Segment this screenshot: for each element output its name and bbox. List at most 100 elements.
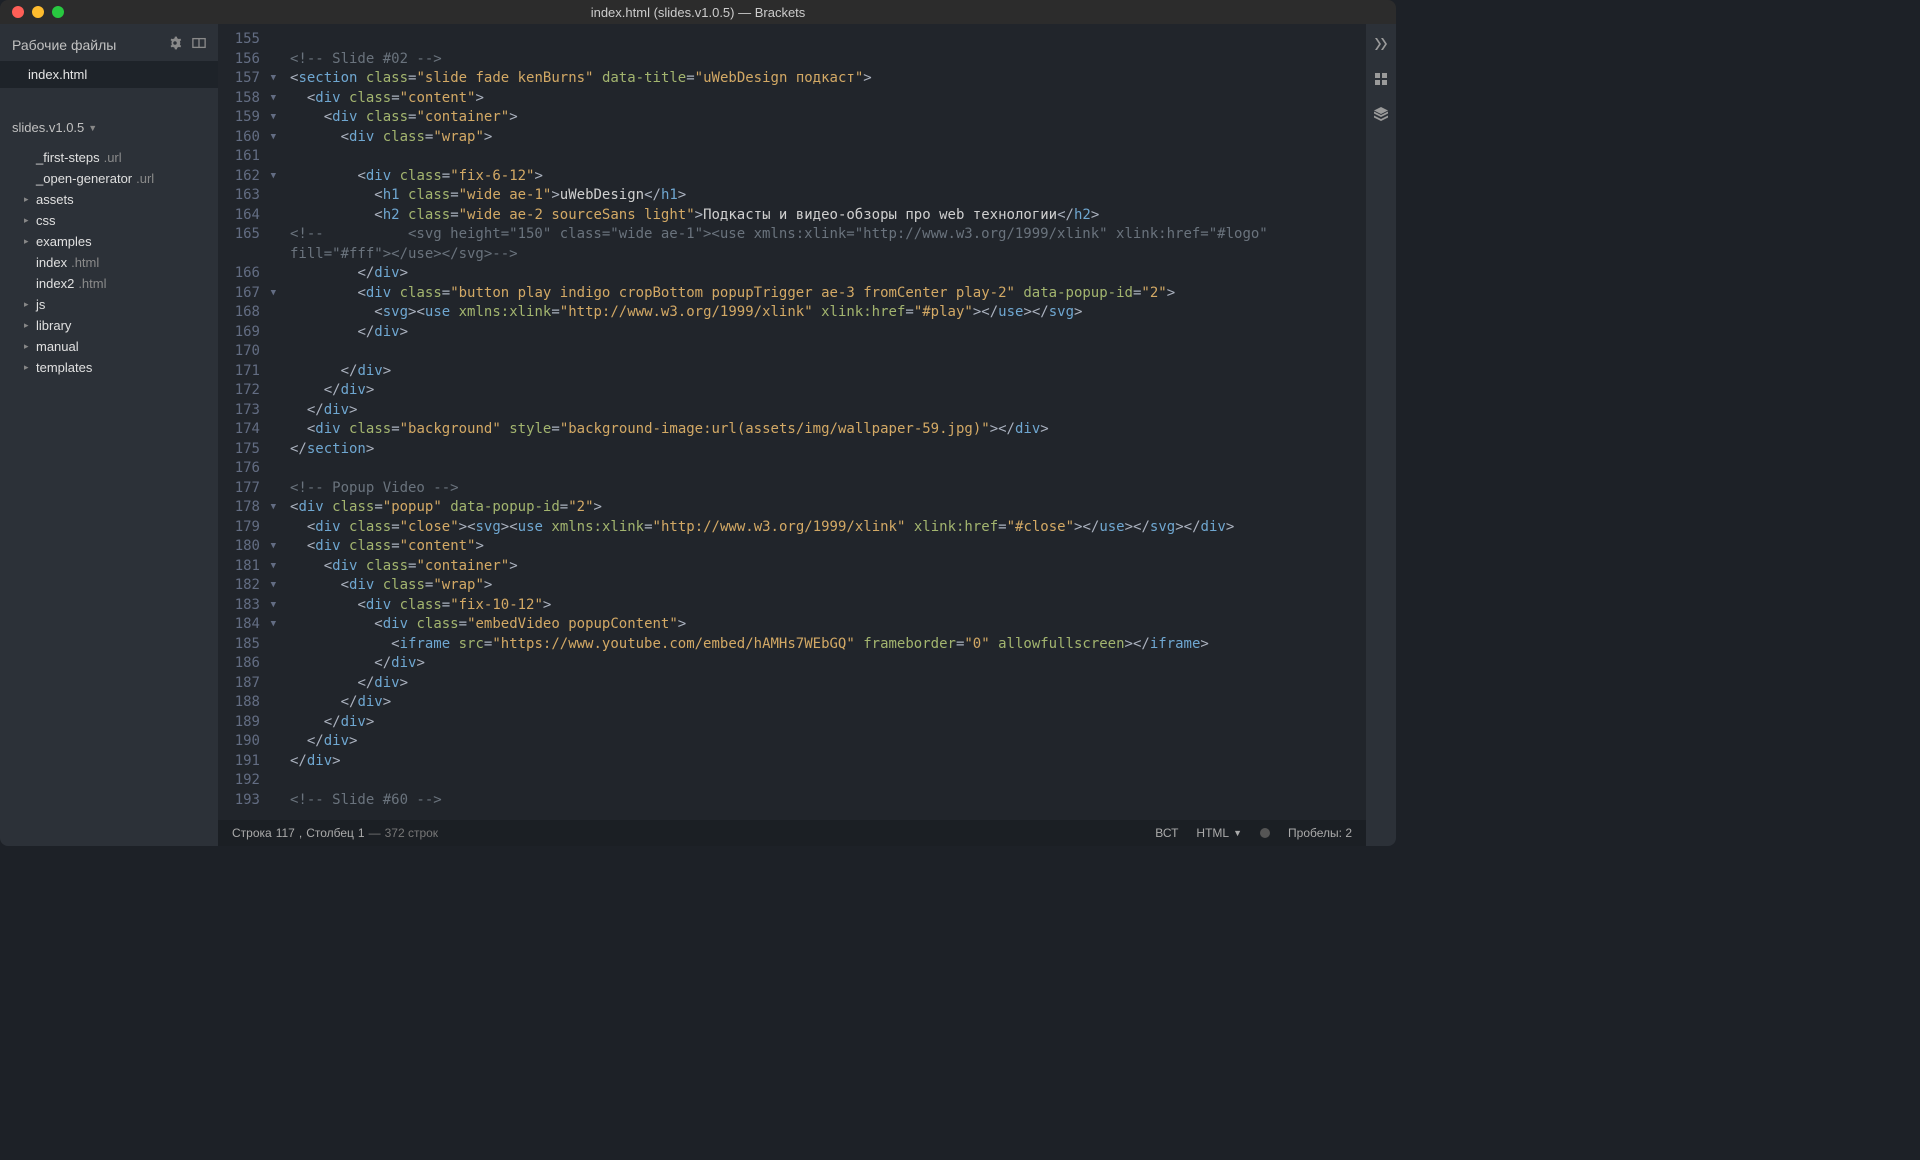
chevron-down-icon: ▼ bbox=[1233, 828, 1242, 838]
tree-file[interactable]: _open-generator.url bbox=[0, 168, 218, 189]
code-line[interactable]: </section> bbox=[290, 440, 1356, 460]
code-line[interactable]: <!-- Slide #60 --> bbox=[290, 791, 1356, 811]
code-line[interactable]: <div class="embedVideo popupContent"> bbox=[290, 615, 1356, 635]
code-line[interactable]: </div> bbox=[290, 693, 1356, 713]
code-line[interactable]: <!-- <svg height="150" class="wide ae-1"… bbox=[290, 225, 1356, 245]
code-line[interactable]: <div class="button play indigo cropBotto… bbox=[290, 284, 1356, 304]
code-line[interactable]: <div class="container"> bbox=[290, 108, 1356, 128]
code-line[interactable]: </div> bbox=[290, 362, 1356, 382]
gutter-row: 190 bbox=[228, 732, 276, 752]
gutter-row: 172 bbox=[228, 381, 276, 401]
code-line[interactable]: <section class="slide fade kenBurns" dat… bbox=[290, 69, 1356, 89]
gutter-row: 180▼ bbox=[228, 537, 276, 557]
code-editor[interactable]: 155156157▼158▼159▼160▼161162▼16316416516… bbox=[218, 24, 1366, 820]
working-files-list: index.html bbox=[0, 61, 218, 88]
working-file-item[interactable]: index.html bbox=[0, 61, 218, 88]
tree-folder[interactable]: ▸js bbox=[0, 294, 218, 315]
code-line[interactable]: <iframe src="https://www.youtube.com/emb… bbox=[290, 635, 1356, 655]
code-line[interactable]: <div class="wrap"> bbox=[290, 576, 1356, 596]
code-line[interactable]: <div class="fix-10-12"> bbox=[290, 596, 1356, 616]
cursor-line: 117 bbox=[276, 826, 295, 840]
window-controls bbox=[0, 6, 64, 18]
code-line[interactable]: <!-- Slide #02 --> bbox=[290, 50, 1356, 70]
gutter-row: 182▼ bbox=[228, 576, 276, 596]
gutter-row: 158▼ bbox=[228, 89, 276, 109]
language-selector[interactable]: HTML ▼ bbox=[1196, 826, 1242, 840]
tree-file[interactable]: index2.html bbox=[0, 273, 218, 294]
code-line[interactable]: <div class="close"><svg><use xmlns:xlink… bbox=[290, 518, 1356, 538]
lint-status-dot[interactable] bbox=[1260, 828, 1270, 838]
gutter-row: 186 bbox=[228, 654, 276, 674]
tree-file[interactable]: index.html bbox=[0, 252, 218, 273]
gutter-row: 163 bbox=[228, 186, 276, 206]
code-line[interactable] bbox=[290, 771, 1356, 791]
code-line[interactable]: </div> bbox=[290, 752, 1356, 772]
code-line[interactable]: </div> bbox=[290, 713, 1356, 733]
tree-folder[interactable]: ▸library bbox=[0, 315, 218, 336]
line-gutter: 155156157▼158▼159▼160▼161162▼16316416516… bbox=[218, 24, 280, 820]
code-line[interactable]: <div class="popup" data-popup-id="2"> bbox=[290, 498, 1356, 518]
code-line[interactable]: <div class="fix-6-12"> bbox=[290, 167, 1356, 187]
indent-setting[interactable]: Пробелы: 2 bbox=[1288, 826, 1352, 840]
main-area: Рабочие файлы index.html slides.v1.0.5 ▼… bbox=[0, 24, 1396, 846]
live-preview-icon[interactable] bbox=[1373, 36, 1389, 55]
code-line-wrap[interactable]: fill="#fff"></use></svg>--> bbox=[290, 245, 1356, 265]
tree-folder[interactable]: ▸css bbox=[0, 210, 218, 231]
gutter-row: 183▼ bbox=[228, 596, 276, 616]
code-line[interactable] bbox=[290, 342, 1356, 362]
code-line[interactable]: </div> bbox=[290, 674, 1356, 694]
gutter-row: 184▼ bbox=[228, 615, 276, 635]
code-line[interactable]: <div class="wrap"> bbox=[290, 128, 1356, 148]
code-line[interactable]: <div class="content"> bbox=[290, 89, 1356, 109]
tree-folder[interactable]: ▸manual bbox=[0, 336, 218, 357]
gutter-row: 189 bbox=[228, 713, 276, 733]
close-window-button[interactable] bbox=[12, 6, 24, 18]
code-line[interactable] bbox=[290, 30, 1356, 50]
gutter-row: 176 bbox=[228, 459, 276, 479]
code-line[interactable]: </div> bbox=[290, 732, 1356, 752]
project-dropdown[interactable]: slides.v1.0.5 ▼ bbox=[0, 112, 218, 143]
tree-file[interactable]: _first-steps.url bbox=[0, 147, 218, 168]
code-line[interactable]: <svg><use xmlns:xlink="http://www.w3.org… bbox=[290, 303, 1356, 323]
layers-icon[interactable] bbox=[1373, 106, 1389, 125]
gutter-row: 185 bbox=[228, 635, 276, 655]
split-view-icon[interactable] bbox=[192, 36, 206, 53]
file-tree: _first-steps.url_open-generator.url▸asse… bbox=[0, 143, 218, 382]
gutter-row: 192 bbox=[228, 771, 276, 791]
gutter-row: 178▼ bbox=[228, 498, 276, 518]
app-window: index.html (slides.v1.0.5) — Brackets Ра… bbox=[0, 0, 1396, 846]
gutter-row: 164 bbox=[228, 206, 276, 226]
minimize-window-button[interactable] bbox=[32, 6, 44, 18]
code-line[interactable]: </div> bbox=[290, 381, 1356, 401]
code-line[interactable]: <div class="container"> bbox=[290, 557, 1356, 577]
code-line[interactable]: </div> bbox=[290, 264, 1356, 284]
right-toolbar bbox=[1366, 24, 1396, 846]
gear-icon[interactable] bbox=[168, 36, 182, 53]
extensions-icon[interactable] bbox=[1373, 71, 1389, 90]
maximize-window-button[interactable] bbox=[52, 6, 64, 18]
gutter-row: 168 bbox=[228, 303, 276, 323]
code-line[interactable]: </div> bbox=[290, 323, 1356, 343]
tree-folder[interactable]: ▸assets bbox=[0, 189, 218, 210]
tree-folder[interactable]: ▸examples bbox=[0, 231, 218, 252]
code-line[interactable]: <h2 class="wide ae-2 sourceSans light">П… bbox=[290, 206, 1356, 226]
gutter-row: 179 bbox=[228, 518, 276, 538]
window-title: index.html (slides.v1.0.5) — Brackets bbox=[591, 5, 806, 20]
tree-folder[interactable]: ▸templates bbox=[0, 357, 218, 378]
code-line[interactable]: <div class="background" style="backgroun… bbox=[290, 420, 1356, 440]
working-files-title: Рабочие файлы bbox=[12, 37, 116, 53]
gutter-row: 175 bbox=[228, 440, 276, 460]
insert-mode[interactable]: ВСТ bbox=[1155, 826, 1178, 840]
gutter-row: 188 bbox=[228, 693, 276, 713]
code-line[interactable]: <h1 class="wide ae-1">uWebDesign</h1> bbox=[290, 186, 1356, 206]
total-lines: 372 строк bbox=[385, 826, 438, 840]
code-line[interactable]: <div class="content"> bbox=[290, 537, 1356, 557]
code-line[interactable]: </div> bbox=[290, 654, 1356, 674]
code-line[interactable] bbox=[290, 459, 1356, 479]
code-line[interactable] bbox=[290, 147, 1356, 167]
code-line[interactable]: </div> bbox=[290, 401, 1356, 421]
code-area[interactable]: <!-- Slide #02 --><section class="slide … bbox=[280, 24, 1366, 820]
gutter-row: 177 bbox=[228, 479, 276, 499]
code-line[interactable]: <!-- Popup Video --> bbox=[290, 479, 1356, 499]
gutter-row: 173 bbox=[228, 401, 276, 421]
